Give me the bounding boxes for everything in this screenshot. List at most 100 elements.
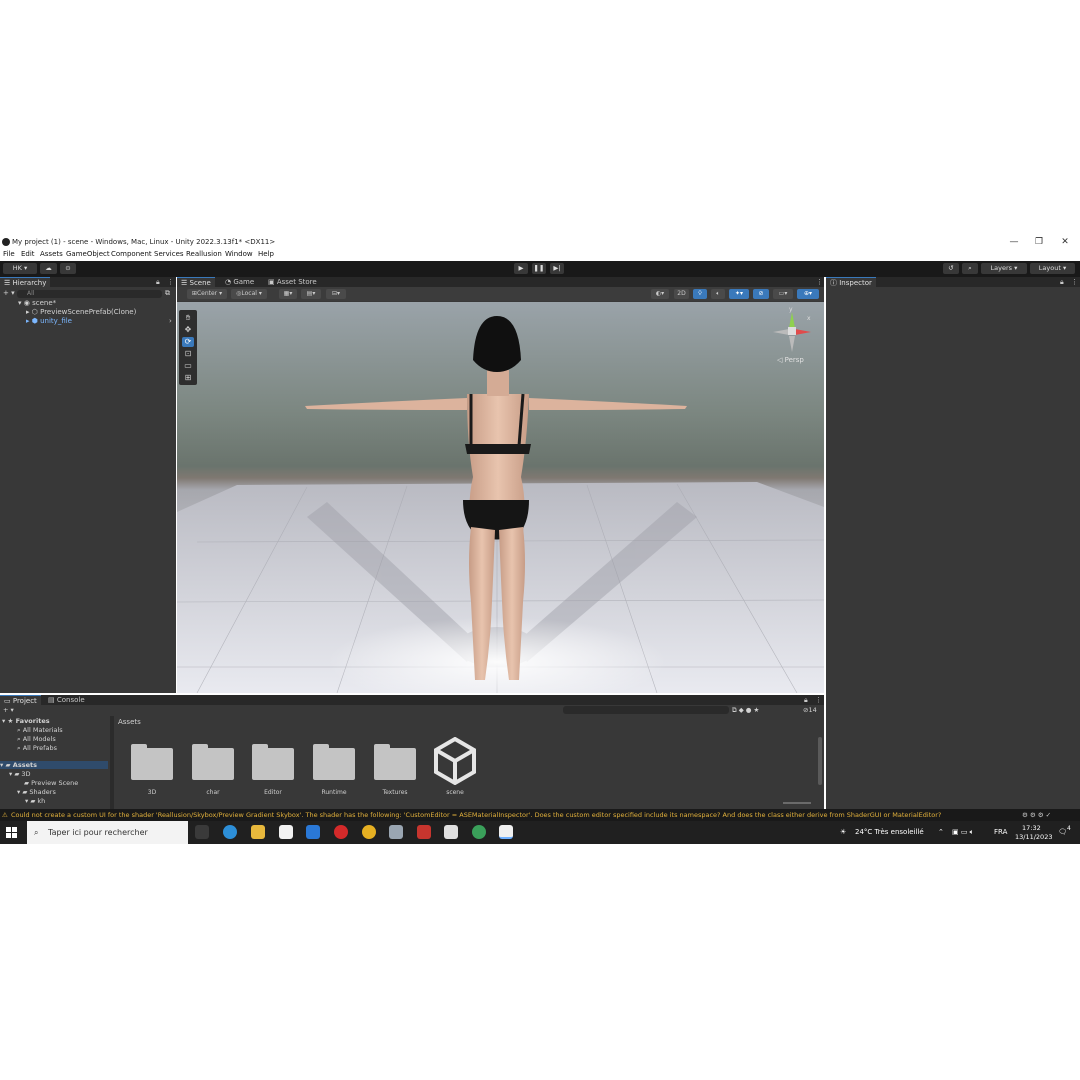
menu-window[interactable]: Window <box>225 249 253 260</box>
panel-menu-icon[interactable]: ⋮ <box>812 277 827 287</box>
asset-folder-3d[interactable] <box>131 742 173 782</box>
sidebar-item-assets[interactable]: ▾ ▰ Assets <box>0 761 108 769</box>
unity-hub-icon[interactable] <box>444 825 458 839</box>
play-button[interactable]: ▶ <box>514 263 528 274</box>
sidebar-item-all-prefabs[interactable]: ⌕ All Prefabs <box>17 744 57 752</box>
tab-console[interactable]: ▤ Console <box>44 695 89 705</box>
taskbar-search-input[interactable]: ⌕ Taper ici pour rechercher <box>27 821 188 844</box>
sidebar-item-preview-scene[interactable]: ▰ Preview Scene <box>24 779 78 787</box>
clock-date[interactable]: 13/11/2023 <box>1015 832 1052 842</box>
increment-snap-icon[interactable]: ⊟▾ <box>326 289 346 299</box>
history-icon[interactable]: ↺ <box>943 263 959 274</box>
breadcrumb[interactable]: Assets <box>118 718 141 726</box>
cloud-icon[interactable]: ☁ <box>40 263 57 274</box>
layers-dropdown[interactable]: Layers ▾ <box>981 263 1027 274</box>
tray-chevron-icon[interactable]: ⌃ <box>938 821 944 844</box>
opera-icon[interactable] <box>334 825 348 839</box>
edge-icon[interactable] <box>223 825 237 839</box>
notifications-icon[interactable]: 🗨︎ <box>1058 821 1067 844</box>
layout-dropdown[interactable]: Layout ▾ <box>1030 263 1075 274</box>
project-add-button[interactable]: + ▾ <box>3 706 14 714</box>
effects-icon[interactable]: ✦▾ <box>729 289 749 299</box>
grid-snap-icon[interactable]: ▦▾ <box>279 289 297 299</box>
step-button[interactable]: ▶| <box>550 263 564 274</box>
mail-icon[interactable] <box>306 825 320 839</box>
hierarchy-item-scene[interactable]: ▾ ◉ scene* <box>18 299 56 308</box>
menu-reallusion[interactable]: Reallusion <box>186 249 222 260</box>
menu-gameobject[interactable]: GameObject <box>66 249 110 260</box>
project-search-input[interactable] <box>563 706 729 714</box>
chrome-icon[interactable] <box>362 825 376 839</box>
rect-tool-icon[interactable]: ▭ <box>182 361 194 371</box>
hierarchy-item-previewsceneprefab[interactable]: ▸ ⬡ PreviewScenePrefab(Clone) <box>26 308 136 317</box>
assets-scrollbar[interactable] <box>818 737 822 785</box>
gizmos-icon[interactable]: ⊕▾ <box>797 289 819 299</box>
draw-mode-icon[interactable]: ◐▾ <box>651 289 669 299</box>
pause-button[interactable]: ❚❚ <box>532 263 546 274</box>
weather-label[interactable]: 24°C Très ensoleillé <box>855 821 924 844</box>
perspective-label[interactable]: ◁ Persp <box>777 356 804 364</box>
icon-size-slider[interactable] <box>783 802 811 804</box>
unity-scene-asset-icon[interactable] <box>433 737 477 785</box>
sidebar-item-shaders[interactable]: ▾ ▰ Shaders <box>17 788 56 796</box>
tab-inspector[interactable]: ⓘ Inspector <box>826 277 876 287</box>
unity-editor-icon[interactable] <box>499 825 513 839</box>
account-dropdown[interactable]: HK ▾ <box>3 263 37 274</box>
panel-menu-icon[interactable]: ⋮ <box>163 277 178 287</box>
menu-services[interactable]: Services <box>154 249 184 260</box>
app-icon[interactable] <box>417 825 431 839</box>
search-icon[interactable]: ⌕ <box>962 263 978 274</box>
weather-icon[interactable]: ☀ <box>840 821 846 844</box>
hierarchy-add-button[interactable]: + ▾ <box>3 289 15 298</box>
hand-tool-icon[interactable]: ✋︎ <box>182 313 194 323</box>
tab-game[interactable]: ◔ Game <box>221 277 258 287</box>
minimize-button[interactable]: — <box>1004 236 1024 248</box>
scale-tool-icon[interactable]: ⊡ <box>182 349 194 359</box>
hierarchy-item-unity-file[interactable]: ▸ ⬢ unity_file <box>26 317 72 326</box>
asset-folder-textures[interactable] <box>374 742 416 782</box>
app-icon[interactable] <box>472 825 486 839</box>
asset-folder-runtime[interactable] <box>313 742 355 782</box>
maximize-button[interactable]: ❐ <box>1029 236 1049 248</box>
asset-folder-char[interactable] <box>192 742 234 782</box>
console-status-bar[interactable]: ⚠ Could not create a custom UI for the s… <box>0 809 1080 821</box>
windows-start-icon[interactable] <box>6 827 17 838</box>
camera-icon[interactable]: ▭▾ <box>773 289 793 299</box>
close-button[interactable]: ✕ <box>1055 236 1075 248</box>
move-tool-icon[interactable]: ✥ <box>182 325 194 335</box>
file-explorer-icon[interactable] <box>251 825 265 839</box>
hidden-objects-icon[interactable]: ⊘ <box>753 289 769 299</box>
menu-edit[interactable]: Edit <box>21 249 35 260</box>
asset-folder-editor[interactable] <box>252 742 294 782</box>
panel-menu-icon[interactable]: ⋮ <box>811 695 826 705</box>
sidebar-scrollbar[interactable] <box>110 716 114 809</box>
hierarchy-filter-icon[interactable]: ⧉ <box>165 289 170 298</box>
orientation-gizmo-icon[interactable]: x y <box>767 306 817 356</box>
sidebar-item-3d[interactable]: ▾ ▰ 3D <box>9 770 31 778</box>
panel-menu-icon[interactable]: ⋮ <box>1067 277 1080 287</box>
collab-icon[interactable]: ⊙ <box>60 263 76 274</box>
sidebar-item-all-models[interactable]: ⌕ All Models <box>17 735 56 743</box>
transform-tool-icon[interactable]: ⊞ <box>182 373 194 383</box>
tab-asset-store[interactable]: ▣ Asset Store <box>264 277 321 287</box>
language-indicator[interactable]: FRA <box>994 821 1007 844</box>
menu-assets[interactable]: Assets <box>40 249 63 260</box>
menu-file[interactable]: File <box>3 249 15 260</box>
app-icon[interactable] <box>389 825 403 839</box>
lighting-icon[interactable]: 💡︎ <box>693 289 707 299</box>
task-view-icon[interactable] <box>195 825 209 839</box>
status-icons[interactable]: ⚙ ⚙ ⚙ ✓ <box>1022 809 1051 821</box>
tab-project[interactable]: ▭ Project <box>0 695 41 705</box>
rotate-tool-icon[interactable]: ⟳ <box>182 337 194 347</box>
pivot-dropdown[interactable]: ⊞Center ▾ <box>187 289 227 299</box>
audio-icon[interactable]: 🔈︎ <box>711 289 725 299</box>
toggle-2d-button[interactable]: 2D <box>674 289 689 299</box>
sidebar-item-all-materials[interactable]: ⌕ All Materials <box>17 726 63 734</box>
scene-viewport[interactable]: ✋︎ ✥ ⟳ ⊡ ▭ ⊞ x y ◁ Persp <box>177 302 824 693</box>
search-by-type-icon[interactable]: ⧉ ◆ ● ★ <box>732 706 759 714</box>
grid-icon[interactable]: ▤▾ <box>301 289 321 299</box>
space-dropdown[interactable]: ◎Local ▾ <box>231 289 267 299</box>
chevron-right-icon[interactable]: › <box>169 317 172 326</box>
menu-component[interactable]: Component <box>111 249 152 260</box>
store-icon[interactable] <box>279 825 293 839</box>
